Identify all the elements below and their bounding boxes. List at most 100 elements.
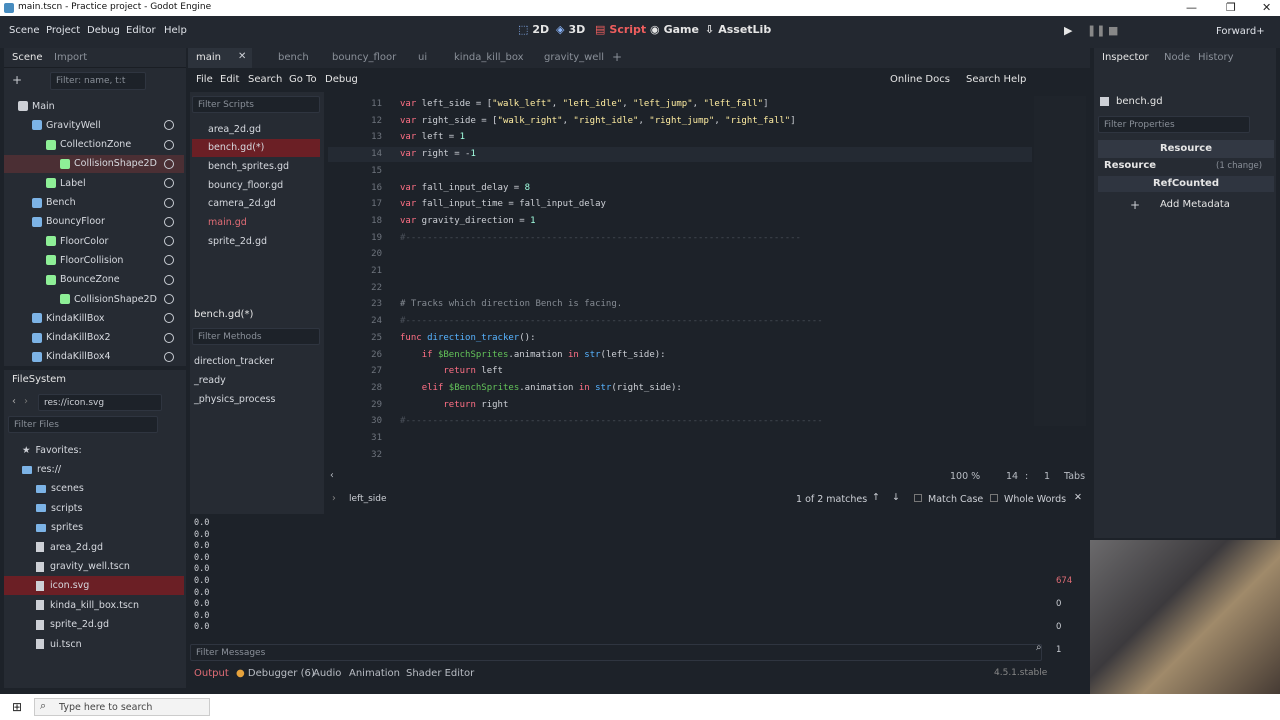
filesystem-item[interactable]: area_2d.gd bbox=[4, 538, 184, 557]
back-icon[interactable]: ‹ bbox=[12, 396, 16, 407]
zoom-level[interactable]: 100 % bbox=[950, 471, 980, 482]
filesystem-item[interactable]: kinda_kill_box.tscn bbox=[4, 596, 184, 615]
visibility-eye-icon[interactable] bbox=[164, 294, 174, 304]
scene-node[interactable]: CollisionShape2D bbox=[4, 290, 184, 308]
code-minimap[interactable] bbox=[1034, 96, 1086, 426]
method-direction-tracker[interactable]: direction_tracker bbox=[194, 356, 274, 367]
scene-tab-bouncy-floor[interactable]: bouncy_floor bbox=[332, 52, 396, 63]
script-menu-goto[interactable]: Go To bbox=[289, 74, 317, 85]
script-menu-debug[interactable]: Debug bbox=[325, 74, 358, 85]
scene-tab-main[interactable]: main ✕ bbox=[188, 48, 252, 68]
filter-methods-input[interactable]: Filter Methods bbox=[192, 328, 320, 345]
menu-debug[interactable]: Debug bbox=[87, 25, 120, 36]
maximize-button[interactable]: ❐ bbox=[1226, 1, 1236, 14]
visibility-eye-icon[interactable] bbox=[164, 255, 174, 266]
workspace-2d-button[interactable]: ⬚ 2D bbox=[518, 23, 549, 36]
find-input[interactable]: left_side bbox=[344, 491, 784, 509]
filesystem-item[interactable]: icon.svg bbox=[4, 576, 184, 596]
previous-match-icon[interactable]: ↑ bbox=[872, 492, 880, 503]
add-tab-icon[interactable]: + bbox=[612, 50, 622, 64]
script-menu-edit[interactable]: Edit bbox=[220, 74, 239, 85]
scene-tab-gravity-well[interactable]: gravity_well bbox=[544, 52, 604, 63]
bottom-tab-debugger[interactable]: ● Debugger (6) bbox=[236, 668, 315, 679]
scene-node[interactable]: FloorColor bbox=[4, 232, 184, 250]
tab-history[interactable]: History bbox=[1198, 52, 1234, 63]
filesystem-item[interactable]: scripts bbox=[4, 499, 184, 518]
method-physics-process[interactable]: _physics_process bbox=[194, 394, 275, 405]
visibility-eye-icon[interactable] bbox=[164, 332, 174, 343]
filter-properties-input[interactable]: Filter Properties bbox=[1098, 116, 1250, 133]
scene-tab-ui[interactable]: ui bbox=[418, 52, 427, 63]
online-docs-button[interactable]: Online Docs bbox=[890, 74, 950, 85]
filesystem-filter-input[interactable]: Filter Files bbox=[8, 416, 158, 433]
menu-scene[interactable]: Scene bbox=[9, 25, 40, 36]
close-window-button[interactable]: ✕ bbox=[1262, 1, 1271, 14]
add-metadata-icon[interactable]: + bbox=[1130, 198, 1140, 212]
filter-scripts-input[interactable]: Filter Scripts bbox=[192, 96, 320, 113]
filesystem-item[interactable]: sprites bbox=[4, 518, 184, 537]
scene-filter-input[interactable]: Filter: name, t:t bbox=[50, 72, 146, 90]
visibility-eye-icon[interactable] bbox=[164, 158, 174, 169]
resource-section-header[interactable]: Resource bbox=[1098, 140, 1274, 158]
visibility-eye-icon[interactable] bbox=[164, 236, 174, 247]
scene-node[interactable]: CollectionZone bbox=[4, 136, 184, 154]
workspace-script-button[interactable]: ▤ Script bbox=[595, 23, 646, 36]
visibility-eye-icon[interactable] bbox=[164, 351, 174, 362]
visibility-eye-icon[interactable] bbox=[164, 313, 174, 324]
filesystem-path-input[interactable]: res://icon.svg bbox=[38, 394, 162, 411]
visibility-eye-icon[interactable] bbox=[164, 178, 174, 189]
script-list-item[interactable]: sprite_2d.gd bbox=[192, 232, 320, 250]
scene-node[interactable]: Bench bbox=[4, 194, 184, 212]
visibility-eye-icon[interactable] bbox=[164, 197, 174, 208]
favorites-item[interactable]: ★ Favorites: bbox=[4, 441, 184, 460]
bottom-tab-shader-editor[interactable]: Shader Editor bbox=[406, 668, 474, 679]
code-line[interactable]: func direction_tracker(): bbox=[400, 333, 536, 343]
tab-node[interactable]: Node bbox=[1164, 52, 1190, 63]
bottom-tab-animation[interactable]: Animation bbox=[349, 668, 400, 679]
scene-node[interactable]: Label bbox=[4, 174, 184, 192]
filesystem-item[interactable]: sprite_2d.gd bbox=[4, 615, 184, 634]
code-line[interactable]: #---------------------------------------… bbox=[400, 233, 801, 243]
pause-icon[interactable]: ❚❚ bbox=[1087, 24, 1105, 37]
filesystem-item[interactable]: scenes bbox=[4, 479, 184, 498]
scene-tab-bench[interactable]: bench bbox=[278, 52, 309, 63]
scene-node[interactable]: FloorCollision bbox=[4, 251, 184, 269]
tab-import[interactable]: Import bbox=[54, 52, 87, 63]
filesystem-item[interactable]: gravity_well.tscn bbox=[4, 557, 184, 576]
filter-messages-input[interactable]: Filter Messages bbox=[190, 644, 1042, 661]
code-line[interactable]: var right = -1 bbox=[400, 149, 476, 159]
filesystem-item[interactable]: ui.tscn bbox=[4, 635, 184, 654]
filesystem-item[interactable]: res:// bbox=[4, 460, 184, 479]
search-help-button[interactable]: Search Help bbox=[966, 74, 1026, 85]
code-line[interactable]: return left bbox=[400, 366, 503, 376]
workspace-3d-button[interactable]: ◈ 3D bbox=[556, 23, 585, 36]
code-line[interactable]: return right bbox=[400, 400, 508, 410]
next-match-icon[interactable]: ↓ bbox=[892, 492, 900, 503]
script-list-item[interactable]: camera_2d.gd bbox=[192, 195, 320, 213]
code-editor[interactable]: 11 var left_side = ["walk_left", "left_id… bbox=[328, 96, 1032, 462]
collapse-icon[interactable]: ‹ bbox=[330, 470, 334, 481]
scene-node[interactable]: KindaKillBox2 bbox=[4, 329, 184, 347]
resource-subsection[interactable]: Resource bbox=[1104, 160, 1156, 171]
workspace-assetlib-button[interactable]: ⇩ AssetLib bbox=[705, 23, 771, 36]
add-node-icon[interactable]: + bbox=[12, 73, 22, 87]
renderer-select[interactable]: Forward+ bbox=[1216, 26, 1265, 37]
scene-node[interactable]: CollisionShape2D bbox=[4, 154, 184, 173]
scene-node[interactable]: GravityWell bbox=[4, 116, 184, 134]
visibility-eye-icon[interactable] bbox=[164, 274, 174, 285]
close-tab-icon[interactable]: ✕ bbox=[238, 51, 246, 62]
scene-node[interactable]: BounceZone bbox=[4, 271, 184, 289]
scene-node[interactable]: Main bbox=[4, 97, 184, 115]
code-line[interactable]: var left_side = ["walk_left", "left_idle… bbox=[400, 99, 769, 109]
code-line[interactable]: elif $BenchSprites.animation in str(righ… bbox=[400, 383, 682, 393]
whole-words-checkbox[interactable] bbox=[990, 494, 998, 502]
script-menu-search[interactable]: Search bbox=[248, 74, 282, 85]
scene-node[interactable]: KindaKillBox4 bbox=[4, 348, 184, 366]
taskbar-search-input[interactable]: Type here to search bbox=[34, 698, 210, 716]
close-find-icon[interactable]: ✕ bbox=[1074, 492, 1082, 503]
indent-mode[interactable]: Tabs bbox=[1064, 471, 1085, 482]
tab-inspector[interactable]: Inspector bbox=[1102, 52, 1149, 63]
code-line[interactable]: var fall_input_time = fall_input_delay bbox=[400, 199, 606, 209]
match-case-checkbox[interactable] bbox=[914, 494, 922, 502]
scene-node[interactable]: BouncyFloor bbox=[4, 213, 184, 231]
